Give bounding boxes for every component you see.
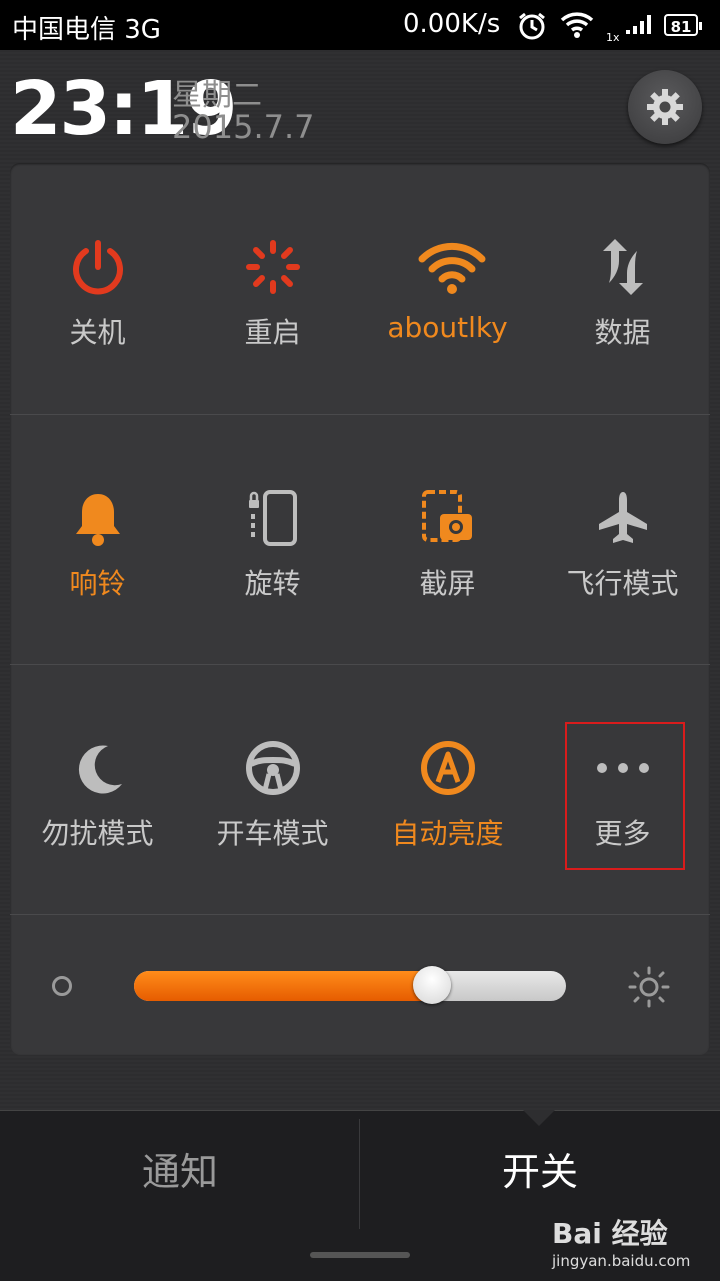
baidu-watermark: Bai 经验 jingyan.baidu.com — [552, 1212, 690, 1270]
status-bar: 中国电信 3G 0.00K/s 1x 81 — [0, 0, 720, 50]
brightness-slider-knob[interactable] — [413, 966, 451, 1004]
restart-icon — [243, 237, 303, 297]
brightness-row — [10, 915, 710, 1055]
drag-handle[interactable] — [310, 1252, 410, 1258]
alarm-icon — [516, 10, 548, 49]
toggle-label: 飞行模式 — [566, 567, 679, 600]
watermark-logo: Bai 经验 — [552, 1217, 668, 1250]
power-icon — [68, 237, 128, 297]
net-speed: 0.00K/s — [403, 9, 501, 39]
toggle-label: aboutlky — [387, 311, 508, 344]
toggle-driving-mode[interactable]: 开车模式 — [185, 664, 360, 914]
carrier-label: 中国电信 3G — [12, 15, 161, 45]
toggle-wifi[interactable]: aboutlky — [360, 163, 535, 413]
toggle-label: 旋转 — [244, 567, 301, 600]
wifi-icon — [560, 10, 594, 47]
toggle-label: 勿扰模式 — [41, 817, 154, 850]
brightness-slider-fill — [134, 971, 432, 1001]
toggle-label: 数据 — [594, 316, 651, 349]
toggle-rotation[interactable]: 旋转 — [185, 414, 360, 664]
battery-icon: 81 — [664, 14, 702, 36]
tab-pointer — [523, 1110, 555, 1126]
toggle-label: 截屏 — [419, 567, 476, 600]
rotation-lock-icon — [243, 488, 303, 548]
brightness-slider[interactable] — [134, 971, 566, 1001]
toggle-label: 开车模式 — [216, 817, 329, 850]
toggle-label: 重启 — [244, 316, 301, 349]
toggle-screenshot[interactable]: 截屏 — [360, 414, 535, 664]
tab-toggles[interactable]: 开关 — [360, 1141, 720, 1196]
settings-button[interactable] — [628, 70, 702, 144]
date: 2015.7.7 — [172, 108, 315, 146]
tab-notifications[interactable]: 通知 — [0, 1141, 360, 1196]
airplane-icon — [593, 488, 653, 548]
auto-brightness-icon — [418, 738, 478, 798]
toggle-data[interactable]: 数据 — [535, 163, 710, 413]
screenshot-icon — [418, 488, 478, 548]
toggle-restart[interactable]: 重启 — [185, 163, 360, 413]
more-highlight-box — [565, 722, 685, 870]
toggle-airplane[interactable]: 飞行模式 — [535, 414, 710, 664]
wifi-icon — [418, 237, 485, 297]
toggle-label: 关机 — [69, 316, 126, 349]
bell-icon — [68, 488, 128, 548]
toggle-ring[interactable]: 响铃 — [10, 414, 185, 664]
toggle-label: 响铃 — [69, 567, 126, 600]
toggle-power[interactable]: 关机 — [10, 163, 185, 413]
gear-icon — [647, 89, 683, 125]
network-type-label: 1x — [606, 31, 620, 42]
toggle-label: 自动亮度 — [391, 817, 504, 850]
steering-wheel-icon — [243, 738, 303, 798]
moon-icon — [68, 738, 128, 798]
signal-icon: 1x — [606, 12, 656, 49]
brightness-low-icon — [52, 976, 72, 996]
data-transfer-icon — [593, 237, 653, 297]
toggle-do-not-disturb[interactable]: 勿扰模式 — [10, 664, 185, 914]
toggle-auto-brightness[interactable]: 自动亮度 — [360, 664, 535, 914]
brightness-high-icon — [628, 966, 670, 1012]
watermark-url: jingyan.baidu.com — [552, 1252, 691, 1270]
